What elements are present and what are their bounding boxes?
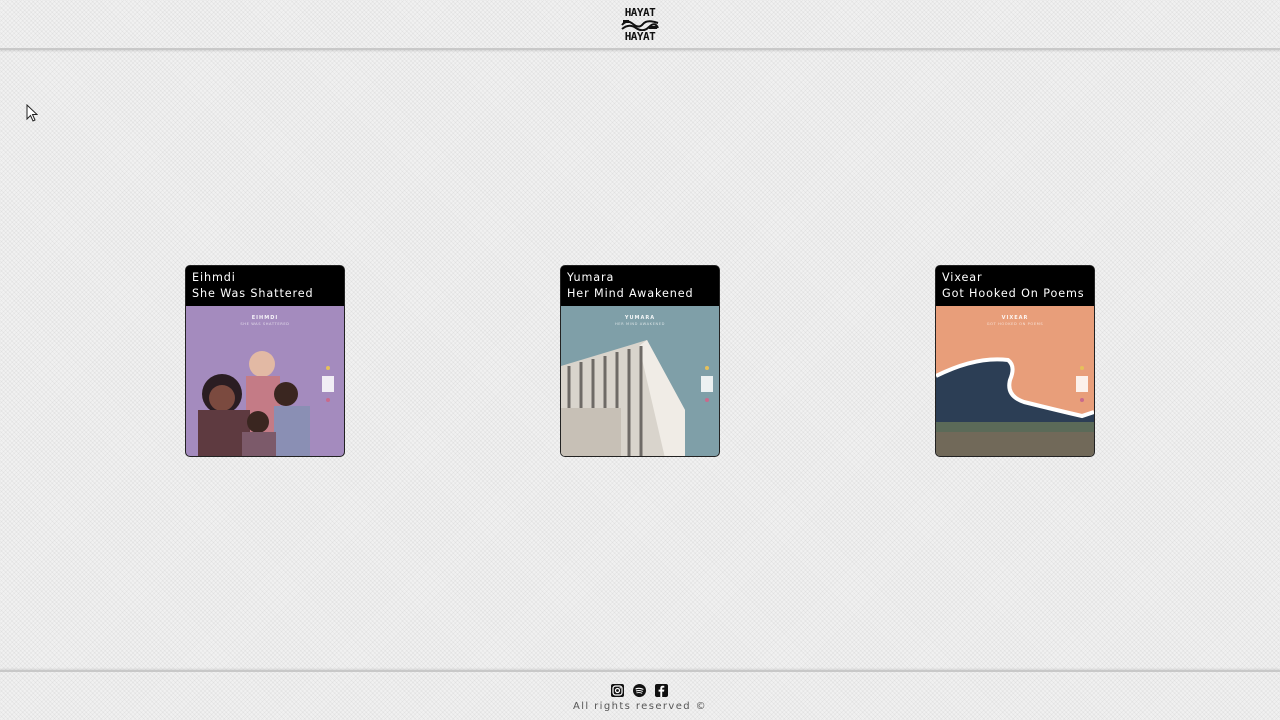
album-cover[interactable]: EIHMDI SHE WAS SHATTERED — [186, 306, 344, 456]
cover-title-text: HER MIND AWAKENED — [614, 322, 665, 326]
cover-title-text: SHE WAS SHATTERED — [240, 322, 290, 326]
album-cover-art — [936, 306, 1094, 456]
album-cover-art — [186, 306, 344, 456]
release-title: Her Mind Awakened — [567, 287, 694, 300]
release-title: She Was Shattered — [192, 287, 314, 300]
release-card-yumara[interactable]: Yumara Her Mind Awakened YUMARA HER MIND… — [560, 265, 720, 457]
release-card-header: Vixear Got Hooked On Poems — [936, 266, 1094, 306]
mouse-cursor-icon — [26, 104, 38, 122]
cover-title-text: GOT HOOKED ON POEMS — [986, 322, 1044, 326]
logo-text-bottom: HAYAT — [624, 30, 656, 42]
album-cover[interactable]: YUMARA HER MIND AWAKENED — [561, 306, 719, 456]
release-artist: Yumara — [567, 271, 615, 284]
site-footer: All rights reserved © — [0, 670, 1280, 720]
cover-artist-text: EIHMDI — [251, 315, 279, 321]
facebook-link[interactable] — [655, 684, 668, 697]
release-title: Got Hooked On Poems — [942, 287, 1085, 300]
album-cover[interactable]: VIXEAR GOT HOOKED ON POEMS — [936, 306, 1094, 456]
logo-text-top: HAYAT — [624, 8, 656, 19]
spotify-icon — [633, 684, 646, 697]
site-header: HAYAT HAYAT — [0, 0, 1280, 50]
cover-artist-text: VIXEAR — [1001, 315, 1029, 321]
release-card-vixear[interactable]: Vixear Got Hooked On Poems VIXEAR GOT HO… — [935, 265, 1095, 457]
release-card-header: Eihmdi She Was Shattered — [186, 266, 344, 306]
release-card-header: Yumara Her Mind Awakened — [561, 266, 719, 306]
social-links — [611, 684, 668, 697]
album-cover-art — [561, 306, 719, 456]
release-artist: Eihmdi — [192, 271, 236, 284]
instagram-link[interactable] — [611, 684, 624, 697]
release-card-eihmdi[interactable]: Eihmdi She Was Shattered EIHMDI SHE WAS … — [185, 265, 345, 457]
cover-artist-text: YUMARA — [624, 315, 656, 321]
spotify-link[interactable] — [633, 684, 646, 697]
copyright-text: All rights reserved © — [573, 701, 707, 712]
instagram-icon — [611, 684, 624, 697]
facebook-icon — [655, 684, 668, 697]
hayat-logo[interactable]: HAYAT HAYAT — [620, 8, 660, 42]
release-artist: Vixear — [942, 271, 983, 284]
